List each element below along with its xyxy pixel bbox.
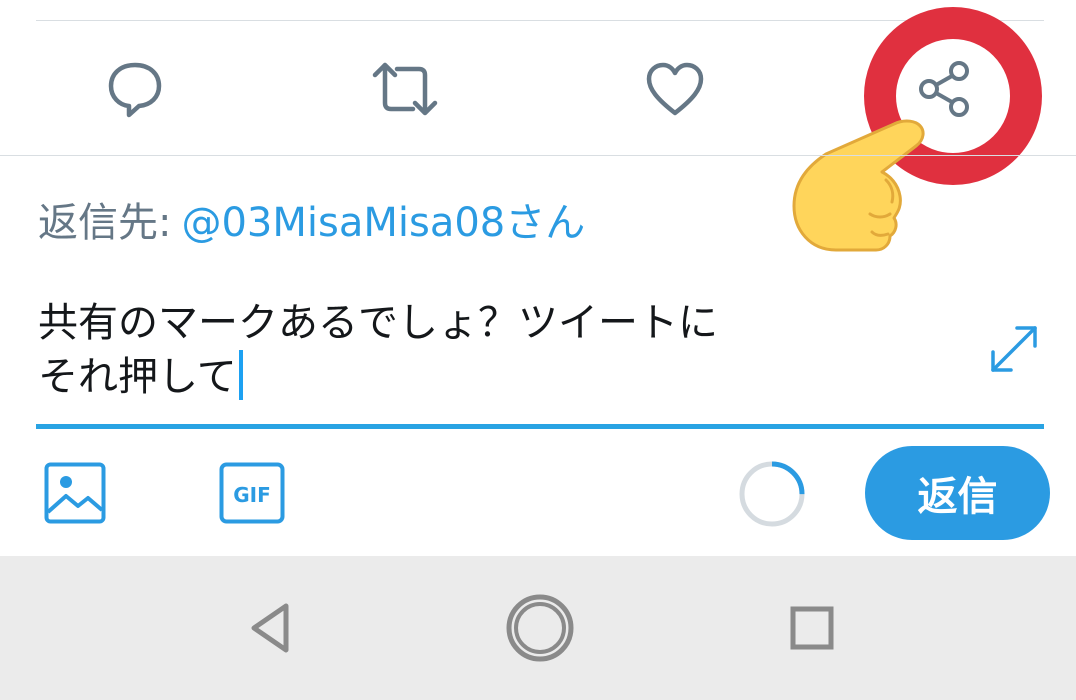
android-navigation-bar (0, 556, 1076, 700)
home-icon (506, 594, 574, 662)
compose-underline (36, 424, 1044, 429)
image-icon[interactable] (44, 462, 106, 524)
nav-home-button[interactable] (500, 588, 580, 668)
expand-icon[interactable] (985, 320, 1043, 378)
reply-submit-button[interactable]: 返信 (865, 446, 1050, 540)
nav-back-button[interactable] (240, 596, 304, 660)
reply-icon (108, 62, 162, 118)
reply-to-label: 返信先: (38, 200, 172, 246)
compose-line-1: 共有のマークあるでしょ？ツイートに (38, 300, 718, 346)
pointing-hand-icon (792, 119, 925, 252)
nav-recents-button[interactable] (780, 596, 844, 660)
reply-button[interactable] (95, 49, 175, 129)
section-divider (0, 155, 1076, 156)
reply-to-line: 返信先: @03MisaMisa08さん (38, 195, 585, 251)
retweet-button[interactable] (365, 49, 445, 129)
compose-line-2: それ押して (38, 354, 237, 400)
character-count-progress (739, 461, 805, 527)
back-icon (251, 603, 289, 653)
reply-to-handle[interactable]: @03MisaMisa08さん (181, 200, 585, 246)
text-cursor (238, 350, 243, 400)
like-button[interactable] (635, 49, 715, 129)
gif-icon: GIF (219, 462, 285, 524)
recents-icon (790, 606, 834, 650)
gif-button[interactable]: GIF (219, 462, 285, 524)
retweet-icon (372, 62, 438, 116)
like-icon (646, 62, 704, 116)
gif-label: GIF (233, 483, 271, 507)
compose-textarea[interactable]: 共有のマークあるでしょ？ツイートに それ押して (38, 296, 938, 404)
